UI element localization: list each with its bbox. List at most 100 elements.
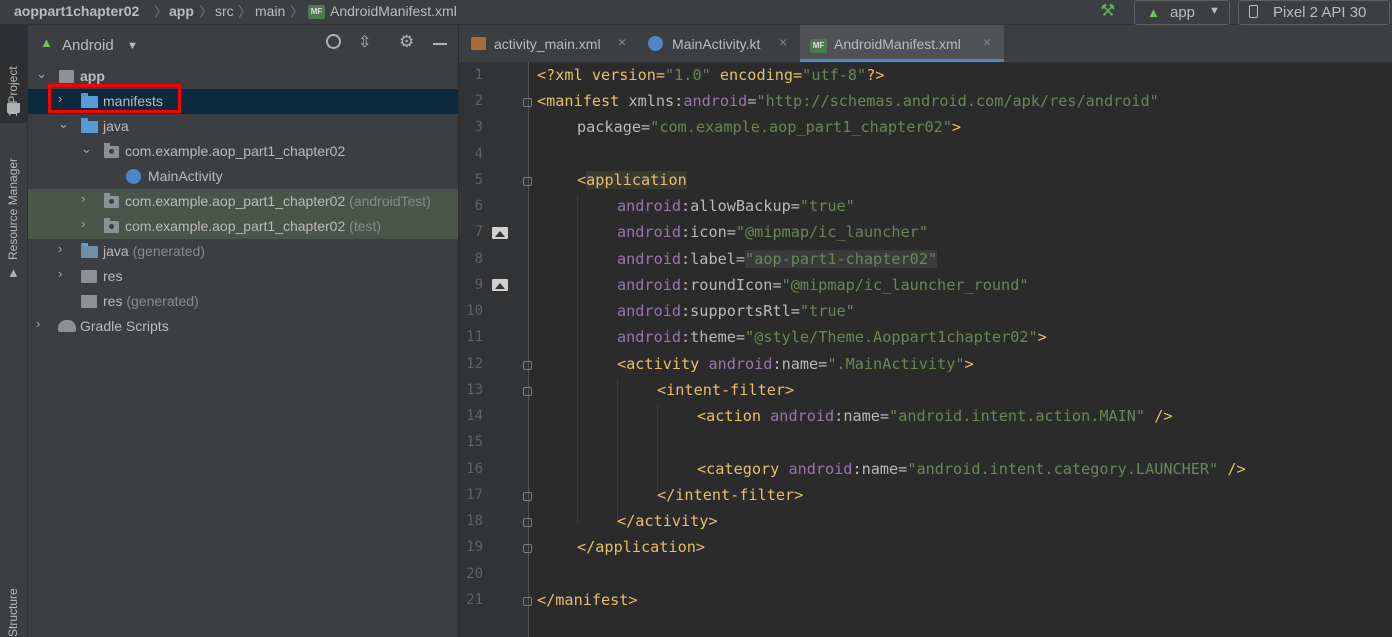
module-icon	[59, 70, 74, 83]
tree-item-gradle-scripts[interactable]: › Gradle Scripts	[28, 314, 458, 339]
tab-label: MainActivity.kt	[672, 36, 761, 52]
minimize-icon[interactable]	[433, 43, 447, 45]
tree-item-mainactivity[interactable]: MainActivity	[28, 164, 458, 189]
project-view-mode[interactable]: Android	[62, 37, 114, 54]
gear-icon[interactable]: ⚙	[399, 32, 414, 52]
code-line-1[interactable]: <?xml version="1.0" encoding="utf-8"?>	[537, 66, 884, 84]
tree-item-label: app	[80, 68, 105, 84]
close-icon[interactable]: ×	[983, 34, 991, 50]
android-icon: ▲	[40, 35, 53, 50]
breadcrumb-main[interactable]: main	[255, 3, 285, 19]
code-line-11[interactable]: android:theme="@style/Theme.Aoppart1chap…	[617, 328, 1047, 346]
breadcrumb-src[interactable]: src	[215, 3, 234, 19]
line-number: 10	[466, 303, 483, 319]
code-line-2[interactable]: <manifest xmlns:android="http://schemas.…	[537, 92, 1159, 110]
chevron-down-icon[interactable]: ▼	[127, 40, 138, 52]
image-preview-icon[interactable]	[492, 227, 508, 239]
tab-androidmanifest[interactable]: MF AndroidManifest.xml ×	[800, 25, 1004, 62]
fold-marker-icon[interactable]	[523, 387, 532, 396]
close-icon[interactable]: ×	[618, 34, 626, 50]
kotlin-class-icon	[126, 169, 141, 184]
tree-item-label: res (generated)	[103, 293, 199, 309]
breadcrumb-module[interactable]: app	[169, 3, 194, 19]
generated-folder-icon	[81, 243, 98, 258]
tab-activity-main[interactable]: activity_main.xml ×	[459, 25, 636, 62]
tab-mainactivity[interactable]: MainActivity.kt ×	[637, 25, 799, 62]
line-number: 11	[466, 329, 483, 345]
code-line-19[interactable]: </application>	[577, 538, 705, 556]
tree-item-package-androidtest[interactable]: › com.example.aop_part1_chapter02 (andro…	[28, 189, 458, 214]
chevron-down-icon[interactable]: ⌄	[36, 66, 47, 82]
fold-marker-icon[interactable]	[523, 597, 532, 606]
tree-item-res-generated[interactable]: res (generated)	[28, 289, 458, 314]
indent-guide	[657, 404, 658, 492]
code-line-9[interactable]: android:roundIcon="@mipmap/ic_launcher_r…	[617, 276, 1029, 294]
resource-manager-label[interactable]: Resource Manager	[6, 158, 20, 260]
line-number: 18	[466, 513, 483, 529]
fold-marker-icon[interactable]	[523, 177, 532, 186]
collapse-all-icon[interactable]: ⇳	[358, 32, 371, 52]
code-line-12[interactable]: <activity android:name=".MainActivity">	[617, 355, 974, 373]
fold-marker-icon[interactable]	[523, 361, 532, 370]
chevron-right-icon[interactable]: ›	[36, 316, 40, 331]
resource-folder-icon	[81, 295, 97, 308]
breadcrumb-project[interactable]: aoppart1chapter02	[14, 3, 139, 19]
run-config-selector[interactable]: ▲ app ▼	[1134, 0, 1230, 25]
chevron-right-icon[interactable]: ›	[58, 241, 62, 256]
chevron-right-icon[interactable]: ›	[58, 266, 62, 281]
code-line-21[interactable]: </manifest>	[537, 591, 638, 609]
chevron-down-icon[interactable]: ⌄	[81, 141, 92, 157]
breadcrumb-file[interactable]: AndroidManifest.xml	[330, 3, 457, 19]
chevron-right-icon[interactable]: ›	[81, 191, 85, 206]
tree-item-java[interactable]: ⌄ java	[28, 114, 458, 139]
build-hammer-icon[interactable]: ⚒	[1100, 1, 1115, 21]
fold-marker-icon[interactable]	[523, 544, 532, 553]
tree-item-label: Gradle Scripts	[80, 318, 169, 334]
breadcrumb-separator: 〉	[238, 4, 252, 20]
manifest-file-icon: MF	[308, 5, 325, 19]
device-selector[interactable]: Pixel 2 API 30	[1238, 0, 1390, 25]
fold-marker-icon[interactable]	[523, 518, 532, 527]
package-icon	[104, 193, 119, 208]
navigation-bar: aoppart1chapter02 〉 app 〉 src 〉 main 〉 M…	[0, 0, 1392, 25]
code-line-3[interactable]: package="com.example.aop_part1_chapter02…	[577, 118, 961, 136]
code-line-10[interactable]: android:supportsRtl="true"	[617, 302, 855, 320]
code-line-16[interactable]: <category android:name="android.intent.c…	[697, 460, 1246, 478]
fold-marker-icon[interactable]	[523, 98, 532, 107]
code-line-6[interactable]: android:allowBackup="true"	[617, 197, 855, 215]
breadcrumb-separator: 〉	[154, 4, 168, 20]
manifest-file-icon: MF	[810, 39, 827, 53]
tree-item-label: com.example.aop_part1_chapter02	[125, 143, 346, 159]
editor-tab-bar: activity_main.xml × MainActivity.kt × MF…	[459, 25, 1392, 63]
code-line-13[interactable]: <intent-filter>	[657, 381, 794, 399]
line-number: 6	[474, 198, 483, 214]
image-preview-icon[interactable]	[492, 279, 508, 291]
android-icon: ▲	[1147, 5, 1160, 20]
run-config-label: app	[1170, 4, 1196, 21]
tree-item-package[interactable]: ⌄ com.example.aop_part1_chapter02	[28, 139, 458, 164]
code-line-8[interactable]: android:label="aop-part1-chapter02"	[617, 250, 938, 268]
code-line-14[interactable]: <action android:name="android.intent.act…	[697, 407, 1173, 425]
tree-item-res[interactable]: › res	[28, 264, 458, 289]
package-icon	[104, 218, 119, 233]
chevron-right-icon[interactable]: ›	[81, 216, 85, 231]
structure-label[interactable]: Structure	[6, 588, 20, 637]
highlight-box	[48, 84, 181, 113]
locate-file-icon[interactable]	[326, 34, 341, 49]
tool-window-stripe: 1: Project Resource Manager ▲ Structure	[0, 25, 28, 637]
line-number: 4	[474, 146, 483, 162]
phone-icon	[1249, 5, 1258, 18]
tree-item-package-test[interactable]: › com.example.aop_part1_chapter02 (test)	[28, 214, 458, 239]
tab-label: AndroidManifest.xml	[834, 36, 961, 52]
code-line-5[interactable]: <application	[577, 171, 687, 189]
code-line-18[interactable]: </activity>	[617, 512, 718, 530]
chevron-down-icon[interactable]: ⌄	[58, 116, 69, 132]
package-icon	[104, 143, 119, 158]
tree-item-java-generated[interactable]: › java (generated)	[28, 239, 458, 264]
tree-item-label: java	[103, 118, 129, 134]
line-number: 8	[474, 251, 483, 267]
code-line-17[interactable]: </intent-filter>	[657, 486, 803, 504]
code-line-7[interactable]: android:icon="@mipmap/ic_launcher"	[617, 223, 928, 241]
close-icon[interactable]: ×	[779, 34, 787, 50]
fold-marker-icon[interactable]	[523, 492, 532, 501]
